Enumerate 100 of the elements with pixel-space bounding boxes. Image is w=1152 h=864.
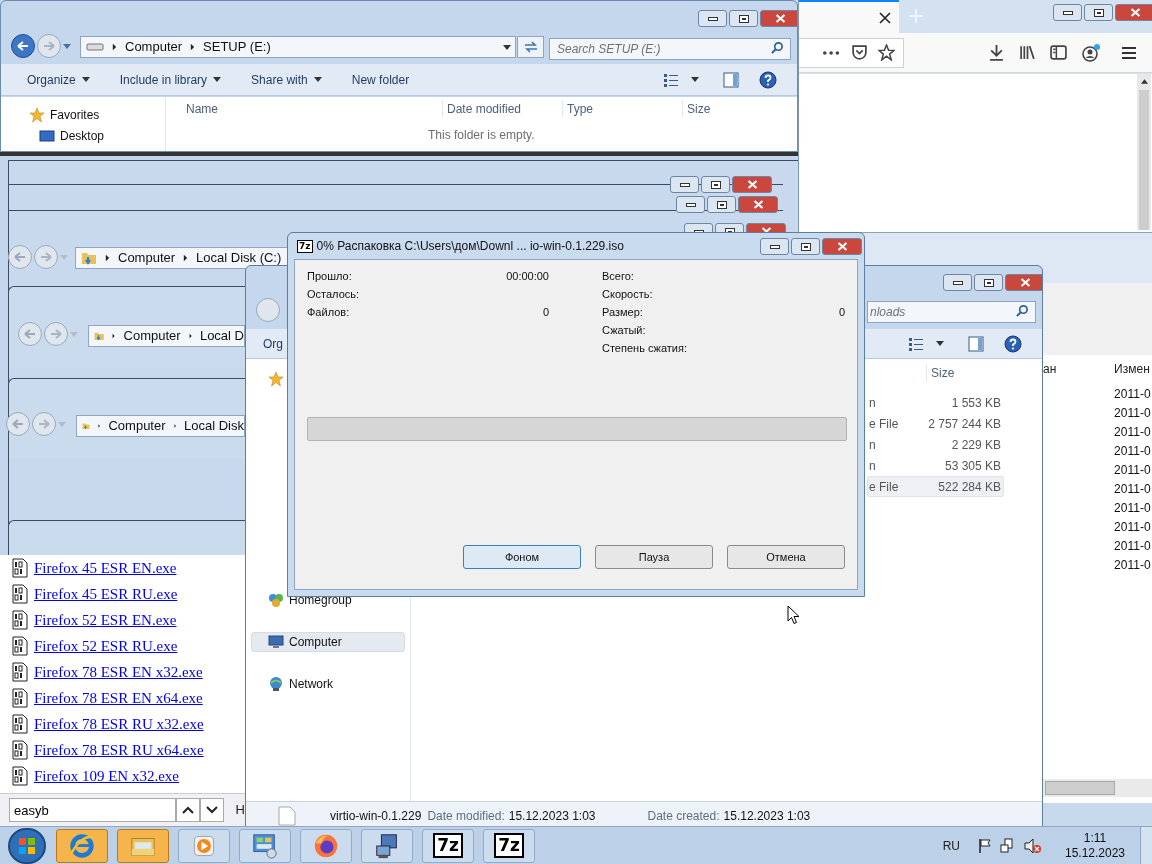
- sidebar-icon[interactable]: [1050, 44, 1067, 61]
- file-link[interactable]: Firefox 52 ESR RU.exe: [34, 634, 178, 658]
- breadcrumb[interactable]: Computer: [108, 416, 166, 436]
- pocket-icon[interactable]: [851, 44, 868, 61]
- view-options-icon[interactable]: [908, 336, 924, 351]
- breadcrumb[interactable]: Computer: [118, 248, 176, 268]
- close-button[interactable]: [1115, 4, 1152, 21]
- maximize-button[interactable]: [1084, 4, 1113, 21]
- nav-item[interactable]: Homegroup: [251, 590, 405, 610]
- dialog-button[interactable]: Фоном: [463, 545, 581, 569]
- preview-pane-icon[interactable]: [723, 71, 739, 88]
- breadcrumb[interactable]: Local Disk (C:): [196, 248, 282, 268]
- preview-pane-icon[interactable]: [968, 335, 984, 352]
- close-button[interactable]: [738, 196, 778, 213]
- help-icon[interactable]: [759, 70, 777, 89]
- column-header[interactable]: Name: [166, 100, 442, 118]
- network-icon[interactable]: [1000, 837, 1016, 854]
- scroll-thumb[interactable]: [1139, 90, 1149, 230]
- column-header[interactable]: ан: [1043, 360, 1115, 380]
- horizontal-scrollbar[interactable]: [1043, 779, 1152, 797]
- dropdown-icon[interactable]: [503, 44, 511, 50]
- file-row[interactable]: e File 2 757 244 KB: [867, 413, 1004, 434]
- account-icon[interactable]: [1081, 43, 1101, 62]
- breadcrumb[interactable]: SETUP (E:): [203, 37, 271, 57]
- taskbar-button[interactable]: 7z: [483, 828, 535, 863]
- clock[interactable]: 1:11 15.12.2023: [1060, 830, 1130, 861]
- minimize-button[interactable]: [1053, 4, 1082, 21]
- column-header[interactable]: Измен: [1114, 360, 1152, 380]
- column-header[interactable]: Type: [562, 100, 682, 118]
- dialog-button[interactable]: Пауза: [595, 545, 713, 569]
- history-dropdown-icon[interactable]: [63, 43, 71, 49]
- file-link[interactable]: Firefox 78 ESR RU x32.exe: [34, 712, 204, 736]
- help-icon[interactable]: [1004, 334, 1022, 353]
- nav-item[interactable]: Desktop: [39, 128, 165, 144]
- dialog-button[interactable]: Отмена: [727, 545, 845, 569]
- file-row[interactable]: n 1 553 KB: [867, 392, 1004, 413]
- breadcrumb[interactable]: Local Disk: [184, 416, 244, 436]
- column-header[interactable]: Size: [682, 100, 782, 118]
- file-link[interactable]: Firefox 45 ESR RU.exe: [34, 582, 178, 606]
- minimize-button[interactable]: [698, 10, 727, 27]
- toolbar-button[interactable]: New folder: [351, 70, 410, 89]
- taskbar-button[interactable]: [117, 828, 169, 863]
- search-field[interactable]: Search SETUP (E:): [549, 38, 791, 60]
- download-icon[interactable]: [988, 44, 1005, 61]
- back-button[interactable]: [11, 34, 35, 58]
- dropdown-icon[interactable]: [691, 77, 699, 82]
- maximize-button[interactable]: [707, 196, 736, 213]
- file-link[interactable]: Firefox 45 ESR EN.exe: [34, 556, 177, 580]
- minimize-button[interactable]: [670, 176, 699, 193]
- toolbar-button[interactable]: Share with: [251, 70, 322, 89]
- taskbar-button[interactable]: [361, 828, 413, 863]
- nav-item[interactable]: Favorites: [29, 107, 165, 123]
- taskbar-button[interactable]: [239, 828, 291, 863]
- star-icon[interactable]: [878, 44, 895, 61]
- minimize-button[interactable]: [676, 196, 705, 213]
- toolbar-button[interactable]: Include in library: [119, 70, 222, 89]
- taskbar-button[interactable]: 7z: [422, 828, 474, 863]
- breadcrumb[interactable]: Computer: [123, 326, 181, 346]
- minimize-button[interactable]: [943, 274, 972, 291]
- start-button[interactable]: [8, 827, 46, 864]
- toolbar-button[interactable]: Org: [263, 334, 283, 353]
- breadcrumb[interactable]: Local D: [199, 326, 244, 346]
- url-bar[interactable]: [799, 37, 904, 68]
- maximize-button[interactable]: [729, 10, 758, 27]
- address-bar[interactable]: Computer Local D: [88, 325, 245, 347]
- close-button[interactable]: [1005, 274, 1042, 291]
- minimize-button[interactable]: [760, 238, 789, 255]
- close-icon[interactable]: [879, 11, 891, 24]
- address-bar[interactable]: Computer SETUP (E:): [80, 36, 516, 58]
- file-link[interactable]: Firefox 52 ESR EN.exe: [34, 608, 177, 632]
- scrollbar[interactable]: [1137, 74, 1151, 230]
- more-icon[interactable]: [823, 50, 841, 55]
- file-link[interactable]: Firefox 109 EN x32.exe: [34, 764, 179, 788]
- file-row[interactable]: n 2 229 KB: [867, 434, 1004, 455]
- menu-icon[interactable]: [1121, 45, 1137, 60]
- toolbar-button[interactable]: Organize: [27, 70, 90, 89]
- find-field[interactable]: easyb: [9, 798, 176, 822]
- language-indicator[interactable]: RU: [942, 836, 960, 855]
- refresh-button[interactable]: [517, 36, 544, 58]
- taskbar-button[interactable]: [56, 828, 108, 863]
- volume-muted-icon[interactable]: [1024, 837, 1042, 854]
- nav-item[interactable]: Network: [251, 674, 405, 694]
- breadcrumb[interactable]: Computer: [125, 37, 183, 57]
- file-link[interactable]: Firefox 78 ESR EN x32.exe: [34, 660, 203, 684]
- file-link[interactable]: Firefox 78 ESR RU x64.exe: [34, 738, 204, 762]
- library-icon[interactable]: [1019, 44, 1036, 61]
- close-button[interactable]: [732, 176, 772, 193]
- search-field[interactable]: nloads: [867, 301, 1036, 323]
- previous-button[interactable]: [176, 798, 200, 822]
- maximize-button[interactable]: [701, 176, 730, 193]
- close-button[interactable]: [822, 238, 862, 255]
- file-link[interactable]: Firefox 78 ESR EN x64.exe: [34, 686, 203, 710]
- dropdown-icon[interactable]: [936, 341, 944, 346]
- column-header[interactable]: Size: [926, 364, 996, 382]
- address-bar[interactable]: Computer Local Disk: [76, 415, 245, 437]
- close-button[interactable]: [760, 10, 797, 27]
- scroll-thumb[interactable]: [1045, 781, 1115, 795]
- scroll-up-icon[interactable]: [1140, 79, 1148, 84]
- nav-item[interactable]: Computer: [251, 632, 405, 652]
- flag-icon[interactable]: [978, 837, 992, 854]
